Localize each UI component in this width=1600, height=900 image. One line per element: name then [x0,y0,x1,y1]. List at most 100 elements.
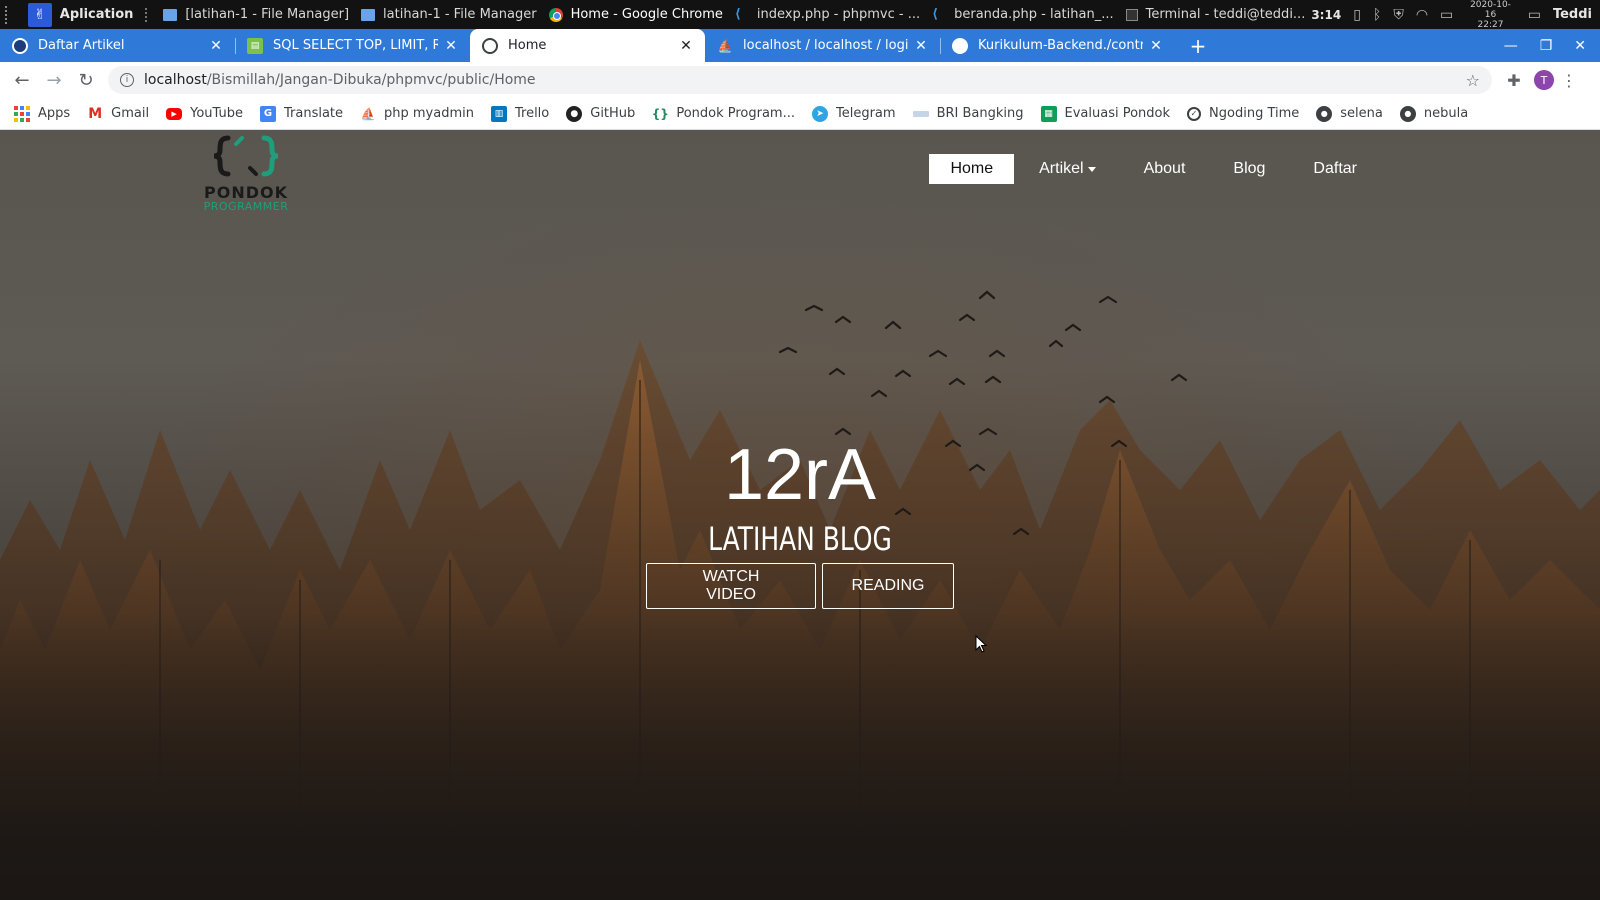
tab-home[interactable]: Home ✕ [470,29,705,62]
github-icon [952,37,968,54]
taskbar-window-vscode-2[interactable]: ⟨ beranda.php - latihan_... [926,0,1119,29]
profile-avatar[interactable]: T [1534,70,1554,90]
hero-title: 12rA [723,435,877,515]
logo-braces-icon [213,135,279,177]
bookmark-ngoding-time[interactable]: ✓ Ngoding Time [1187,106,1299,121]
nav-daftar[interactable]: Daftar [1290,154,1380,184]
logo-subtitle: PROGRAMMER [203,200,289,213]
tab-kurikulum-backend[interactable]: Kurikulum-Backend./controllers ✕ [940,29,1175,62]
bri-icon [912,110,929,117]
bookmark-trello[interactable]: ▥ Trello [490,105,550,122]
nav-blog[interactable]: Blog [1210,154,1288,184]
nav-home[interactable]: Home [929,154,1015,184]
shield-icon[interactable]: ⛨ [1393,7,1404,23]
bookmark-label: BRI Bangking [936,106,1024,121]
restore-icon[interactable]: ❐ [1540,38,1553,54]
taskbar-clock[interactable]: 2020-10-16 22:27 [1465,0,1515,30]
battery-icon[interactable]: ▭ [1440,7,1453,23]
bookmark-label: nebula [1423,106,1469,121]
info-icon[interactable]: i [120,73,134,87]
app-menu-button[interactable]: Aplication [60,7,134,22]
terminal-icon [1125,8,1138,21]
site-logo[interactable]: PONDOK PROGRAMMER [198,134,294,214]
clipboard-icon[interactable]: ▯ [1353,7,1361,23]
chrome-menu-icon[interactable]: ⋮ [1554,71,1584,90]
chevron-down-icon [1087,166,1096,172]
tab-title: Daftar Artikel [38,38,125,53]
bookmark-label: YouTube [190,106,243,121]
clock-date: 2020-10-16 [1470,0,1511,20]
bookmark-translate[interactable]: G Translate [259,105,343,122]
tab-daftar-artikel[interactable]: Daftar Artikel ✕ [0,29,235,62]
bookmark-label: Pondok Program... [676,106,795,121]
taskbar-window-vscode-1[interactable]: ⟨ indexp.php - phpmvc - ... [729,0,926,29]
taskbar-separator [145,7,151,22]
bookmark-phpmyadmin[interactable]: ⛵ php myadmin [360,106,474,122]
taskbar-window-label: indexp.php - phpmvc - ... [756,7,921,22]
bookmark-bri[interactable]: BRI Bangking [912,106,1024,121]
bookmark-youtube[interactable]: ▶ YouTube [166,106,243,121]
sql-icon: ▤ [247,37,263,54]
reload-button[interactable]: ↻ [70,64,102,96]
bookmark-selena[interactable]: ● selena [1316,105,1383,122]
tab-sql-select[interactable]: ▤ SQL SELECT TOP, LIMIT, ROWNUM ✕ [235,29,470,62]
bookmark-evaluasi-pondok[interactable]: ▦ Evaluasi Pondok [1040,105,1171,122]
clock-icon: ✓ [1187,106,1202,121]
web-page: PONDOK PROGRAMMER Home Artikel About Blo… [0,130,1600,900]
bookmark-label: Trello [514,106,550,121]
bookmark-star-icon[interactable]: ☆ [1466,71,1480,90]
bookmarks-bar: Apps M Gmail ▶ YouTube G Translate ⛵ php… [0,98,1600,130]
taskbar-window-label: Home - Google Chrome [570,7,723,22]
close-icon[interactable]: ✕ [679,38,693,54]
taskbar-window-chrome[interactable]: Home - Google Chrome [543,0,729,29]
bookmark-github[interactable]: ● GitHub [566,105,636,122]
close-icon[interactable]: ✕ [914,38,928,54]
globe-icon: ● [1399,105,1416,122]
bookmark-pondok-programmer[interactable]: {} Pondok Program... [652,106,795,122]
minimize-icon[interactable]: — [1504,38,1518,54]
new-tab-button[interactable]: + [1183,29,1213,62]
taskbar-grip [0,0,12,29]
tab-phpmyadmin[interactable]: ⛵ localhost / localhost / login / ... ✕ [705,29,940,62]
hero-buttons: WATCH VIDEO READING [0,563,1600,609]
taskbar-window-file-manager-1[interactable]: [latihan-1 - File Manager] [157,0,355,29]
close-icon[interactable]: ✕ [1149,38,1163,54]
taskbar-window-file-manager-2[interactable]: latihan-1 - File Manager [355,0,543,29]
bookmark-telegram[interactable]: ➤ Telegram [812,105,896,122]
xfce-menu-icon[interactable]: ✌ [27,2,52,27]
address-bar[interactable]: i localhost/Bismillah/Jangan-Dibuka/phpm… [108,66,1492,94]
reading-button[interactable]: READING [822,563,954,609]
forward-button[interactable]: → [38,64,70,96]
bookmark-label: Evaluasi Pondok [1064,106,1171,121]
window-icon: ▭ [1527,6,1541,23]
extensions-icon[interactable]: ✚ [1498,64,1530,96]
bookmark-gmail[interactable]: M Gmail [87,106,149,122]
wifi-icon[interactable]: ◠ [1416,7,1428,23]
chrome-icon [548,7,563,22]
close-window-icon[interactable]: ✕ [1574,38,1586,54]
url-host: localhost [144,72,207,88]
bookmark-apps[interactable]: Apps [14,105,71,122]
sheets-icon: ▦ [1040,105,1057,122]
telegram-icon: ➤ [812,105,828,122]
nav-about[interactable]: About [1121,154,1209,184]
translate-icon: G [259,105,276,122]
taskbar-window-terminal[interactable]: Terminal - teddi@teddi... [1120,0,1312,29]
back-button[interactable]: ← [6,64,38,96]
apps-icon [14,105,30,122]
gmail-icon: M [88,105,103,122]
nav-artikel-dropdown[interactable]: Artikel [1016,154,1118,184]
bookmark-nebula[interactable]: ● nebula [1399,105,1469,122]
os-taskbar: ✌ Aplication [latihan-1 - File Manager] … [0,0,1600,30]
bookmark-label: Apps [38,106,71,121]
close-icon[interactable]: ✕ [209,38,223,54]
pondok-icon: {} [651,106,669,121]
close-icon[interactable]: ✕ [444,38,458,54]
taskbar-window-label: Terminal - teddi@teddi... [1145,7,1306,22]
user-menu[interactable]: Teddi [1553,7,1592,22]
bookmark-label: GitHub [590,106,636,121]
taskbar-timer: 3:14 [1311,7,1342,22]
globe-icon: ● [1316,105,1333,122]
bluetooth-icon[interactable]: ᛒ [1373,7,1381,23]
watch-video-button[interactable]: WATCH VIDEO [646,563,816,609]
